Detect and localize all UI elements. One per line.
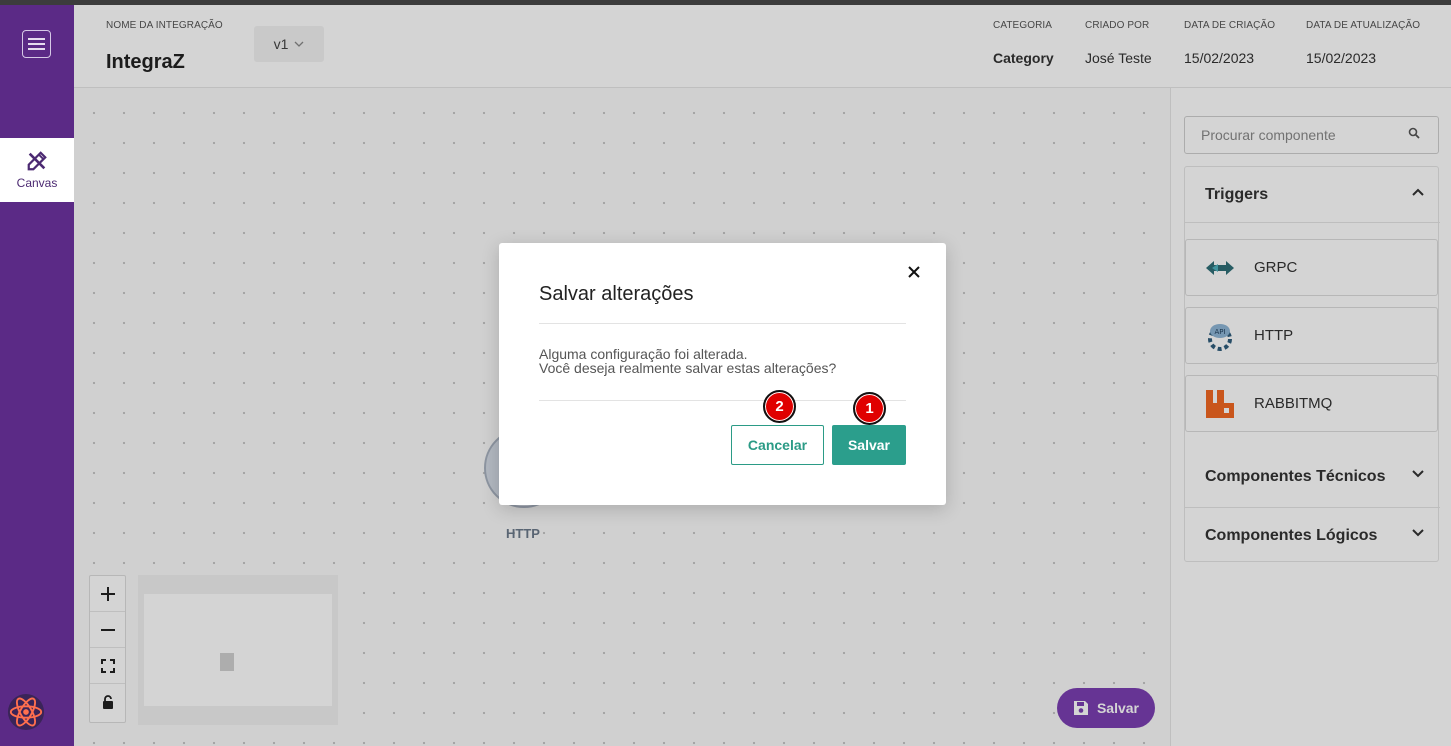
dialog-message: Alguma configuração foi alterada. Você d… — [539, 347, 836, 375]
react-logo-icon[interactable] — [7, 693, 45, 731]
pencil-ruler-icon — [27, 151, 47, 171]
dialog-message-line: Alguma configuração foi alterada. — [539, 346, 748, 362]
close-icon[interactable] — [907, 265, 921, 279]
annotation-badge: 2 — [763, 390, 796, 423]
sidebar-item-canvas[interactable]: Canvas — [0, 138, 74, 202]
dialog-title: Salvar alterações — [539, 283, 694, 305]
sidebar-item-label: Canvas — [16, 176, 58, 190]
menu-icon[interactable] — [22, 30, 51, 58]
sidebar: Canvas — [0, 5, 74, 746]
save-button[interactable]: Salvar — [832, 425, 906, 465]
dialog-message-line: Você deseja realmente salvar estas alter… — [539, 360, 837, 376]
cancel-button[interactable]: Cancelar — [731, 425, 824, 465]
divider — [539, 323, 906, 324]
divider — [539, 400, 906, 401]
annotation-badge: 1 — [853, 392, 886, 425]
save-changes-dialog: Salvar alterações Alguma configuração fo… — [499, 243, 946, 505]
